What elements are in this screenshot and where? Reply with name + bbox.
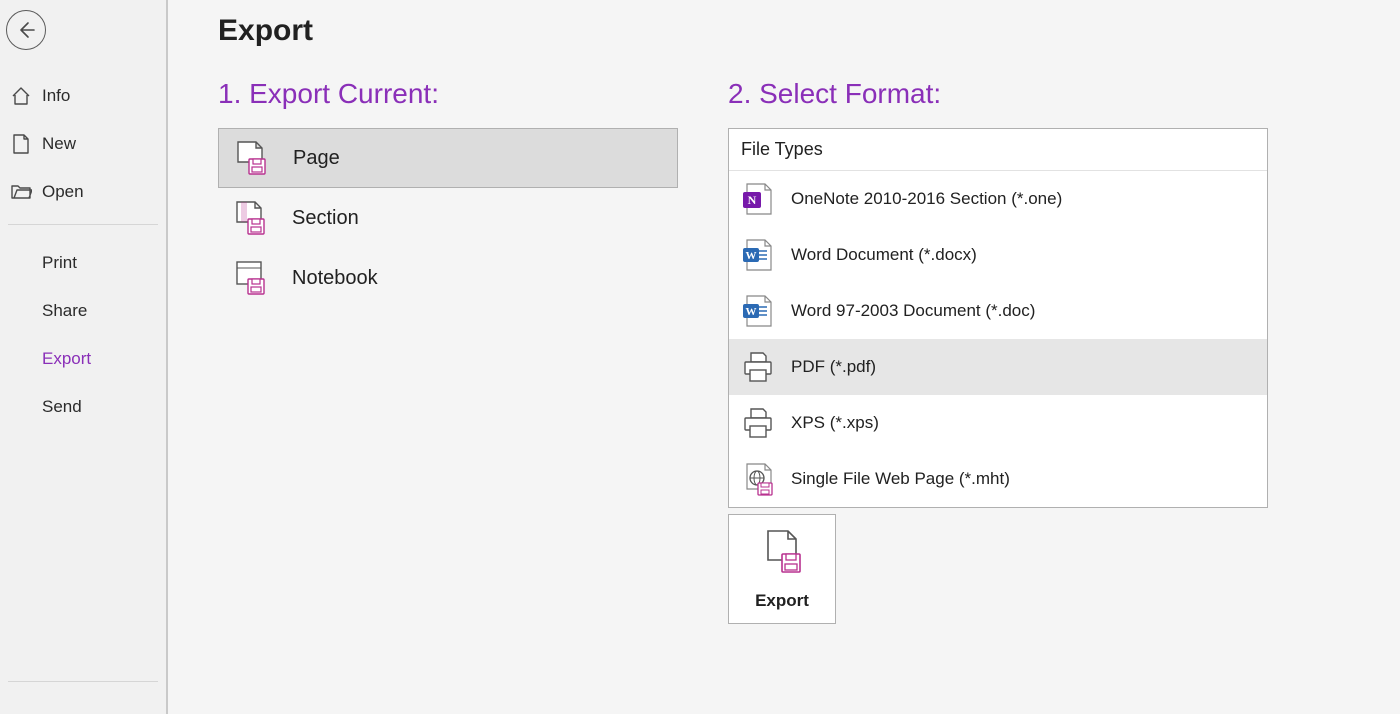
export-button-label: Export — [755, 591, 809, 611]
nav-item-new[interactable]: New — [0, 120, 166, 168]
format-option-xps[interactable]: XPS (*.xps) — [729, 395, 1267, 451]
svg-text:W: W — [746, 250, 757, 262]
nav-item-send[interactable]: Send — [0, 383, 166, 431]
nav-label: Open — [42, 182, 84, 202]
export-button[interactable]: Export — [728, 514, 836, 624]
export-page: Export 1. Export Current: — [168, 0, 1400, 714]
nav-item-export[interactable]: Export — [0, 335, 166, 383]
word-file-icon: W — [737, 235, 777, 275]
nav-item-info[interactable]: Info — [0, 72, 166, 120]
nav-label: Share — [42, 301, 87, 321]
sidebar-divider — [8, 681, 158, 682]
arrow-left-icon — [16, 20, 36, 40]
nav-label: Print — [42, 253, 77, 273]
scope-option-notebook[interactable]: Notebook — [218, 248, 678, 308]
file-types-heading: File Types — [729, 129, 1267, 171]
select-format-section: 2. Select Format: File Types N OneNote 2… — [728, 78, 1268, 624]
backstage-sidebar: Info New Open Print Share Export Send — [0, 0, 168, 714]
home-icon — [10, 85, 32, 107]
scope-label: Notebook — [292, 267, 378, 290]
export-scope-list: Page Section — [218, 128, 678, 308]
format-label: PDF (*.pdf) — [791, 357, 876, 377]
format-label: Word 97-2003 Document (*.doc) — [791, 301, 1035, 321]
nav-item-print[interactable]: Print — [0, 239, 166, 287]
format-label: Single File Web Page (*.mht) — [791, 469, 1010, 489]
step1-heading: 1. Export Current: — [218, 78, 678, 110]
scope-option-section[interactable]: Section — [218, 188, 678, 248]
word-file-icon: W — [737, 291, 777, 331]
nav-item-open[interactable]: Open — [0, 168, 166, 216]
nav-label: Send — [42, 397, 82, 417]
folder-icon — [10, 181, 32, 203]
page-save-icon — [231, 138, 271, 178]
nav-label: New — [42, 134, 76, 154]
format-option-pdf[interactable]: PDF (*.pdf) — [729, 339, 1267, 395]
svg-text:N: N — [748, 193, 757, 207]
svg-text:W: W — [746, 306, 757, 318]
back-button[interactable] — [6, 10, 46, 50]
export-current-section: 1. Export Current: Page — [218, 78, 678, 624]
page-title: Export — [218, 14, 1400, 48]
format-option-mht[interactable]: Single File Web Page (*.mht) — [729, 451, 1267, 507]
nav-label: Export — [42, 349, 91, 369]
notebook-save-icon — [230, 258, 270, 298]
format-label: OneNote 2010-2016 Section (*.one) — [791, 189, 1062, 209]
format-option-one[interactable]: N OneNote 2010-2016 Section (*.one) — [729, 171, 1267, 227]
format-option-doc[interactable]: W Word 97-2003 Document (*.doc) — [729, 283, 1267, 339]
format-label: XPS (*.xps) — [791, 413, 879, 433]
section-save-icon — [230, 198, 270, 238]
page-icon — [10, 133, 32, 155]
printer-icon — [737, 403, 777, 443]
format-option-docx[interactable]: W Word Document (*.docx) — [729, 227, 1267, 283]
format-label: Word Document (*.docx) — [791, 245, 977, 265]
page-save-icon — [760, 528, 804, 581]
onenote-file-icon: N — [737, 179, 777, 219]
nav-item-share[interactable]: Share — [0, 287, 166, 335]
scope-label: Section — [292, 207, 359, 230]
sidebar-divider — [8, 224, 158, 225]
file-types-box: File Types N OneNote 2010-2016 Section (… — [728, 128, 1268, 508]
printer-icon — [737, 347, 777, 387]
scope-label: Page — [293, 147, 340, 170]
web-file-icon — [737, 459, 777, 499]
nav-label: Info — [42, 86, 70, 106]
scope-option-page[interactable]: Page — [218, 128, 678, 188]
step2-heading: 2. Select Format: — [728, 78, 1268, 110]
